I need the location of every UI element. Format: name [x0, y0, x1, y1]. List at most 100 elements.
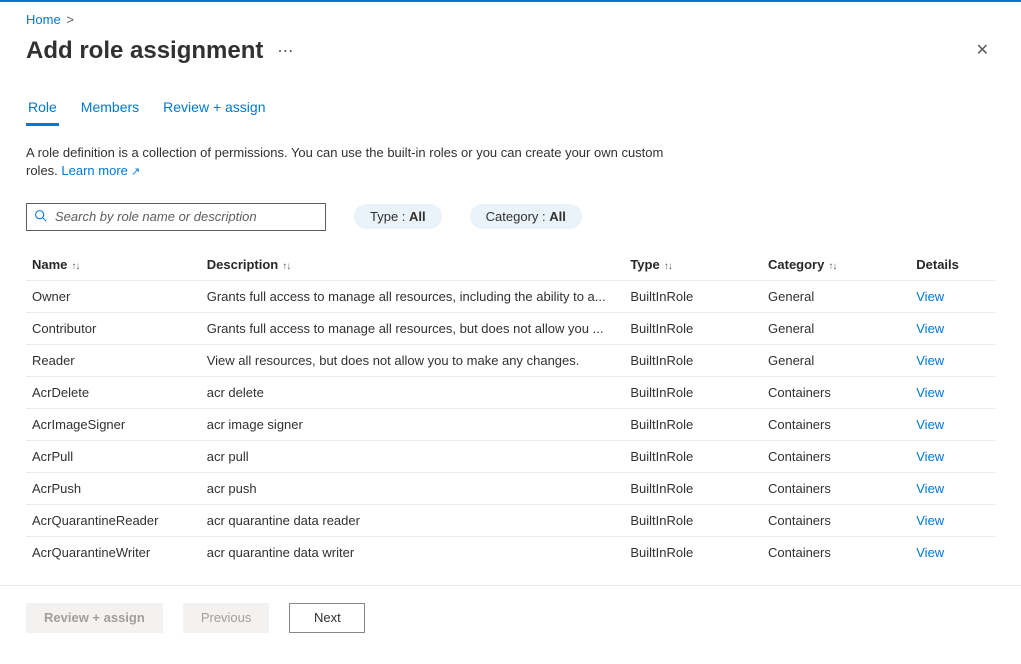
- cell-name: AcrDelete: [26, 376, 201, 408]
- table-row[interactable]: AcrPushacr pushBuiltInRoleContainers View: [26, 472, 995, 504]
- cell-name: AcrQuarantineWriter: [26, 536, 201, 566]
- view-link[interactable]: View: [916, 513, 944, 528]
- type-filter-pill[interactable]: Type : All: [354, 204, 442, 229]
- cell-details: View: [910, 472, 995, 504]
- category-filter-value: All: [549, 209, 566, 224]
- view-link[interactable]: View: [916, 289, 944, 304]
- view-link[interactable]: View: [916, 321, 944, 336]
- view-link[interactable]: View: [916, 545, 944, 560]
- cell-category: Containers: [762, 440, 910, 472]
- cell-description: acr image signer: [201, 408, 625, 440]
- sort-icon: ↑↓: [664, 261, 672, 272]
- cell-details: View: [910, 408, 995, 440]
- cell-description: Grants full access to manage all resourc…: [201, 312, 625, 344]
- breadcrumb: Home >: [26, 2, 995, 31]
- sort-icon: ↑↓: [828, 261, 836, 272]
- col-header-name[interactable]: Name↑↓: [26, 249, 201, 281]
- search-input[interactable]: [26, 203, 326, 231]
- tab-role[interactable]: Role: [26, 93, 59, 126]
- cell-category: Containers: [762, 536, 910, 566]
- table-row[interactable]: AcrPullacr pullBuiltInRoleContainers View: [26, 440, 995, 472]
- table-row[interactable]: AcrDeleteacr deleteBuiltInRoleContainers…: [26, 376, 995, 408]
- cell-name: AcrPush: [26, 472, 201, 504]
- cell-category: Containers: [762, 408, 910, 440]
- tab-bar: Role Members Review + assign: [26, 85, 995, 126]
- horizontal-scrollbar[interactable]: [0, 649, 1021, 664]
- view-link[interactable]: View: [916, 417, 944, 432]
- table-row[interactable]: AcrImageSigneracr image signerBuiltInRol…: [26, 408, 995, 440]
- cell-details: View: [910, 312, 995, 344]
- description-text: A role definition is a collection of per…: [26, 144, 666, 181]
- sort-icon: ↑↓: [282, 261, 290, 272]
- type-filter-label: Type :: [370, 209, 409, 224]
- title-row: Add role assignment ⋯ ✕: [26, 31, 995, 85]
- search-icon: [34, 209, 47, 225]
- next-button[interactable]: Next: [289, 603, 365, 633]
- main-scroll-area[interactable]: Home > Add role assignment ⋯ ✕ Role Memb…: [0, 2, 1021, 566]
- table-row[interactable]: AcrQuarantineWriteracr quarantine data w…: [26, 536, 995, 566]
- cell-category: General: [762, 344, 910, 376]
- more-options-icon[interactable]: ⋯: [277, 41, 295, 61]
- cell-type: BuiltInRole: [624, 408, 762, 440]
- cell-details: View: [910, 536, 995, 566]
- cell-category: General: [762, 312, 910, 344]
- search-wrap: [26, 203, 326, 231]
- table-header-row: Name↑↓ Description↑↓ Type↑↓ Category↑↓ D…: [26, 249, 995, 281]
- cell-type: BuiltInRole: [624, 280, 762, 312]
- external-link-icon: ↗: [128, 166, 140, 178]
- cell-type: BuiltInRole: [624, 312, 762, 344]
- cell-type: BuiltInRole: [624, 440, 762, 472]
- category-filter-pill[interactable]: Category : All: [470, 204, 582, 229]
- cell-type: BuiltInRole: [624, 536, 762, 566]
- cell-name: AcrQuarantineReader: [26, 504, 201, 536]
- cell-details: View: [910, 344, 995, 376]
- col-header-category[interactable]: Category↑↓: [762, 249, 910, 281]
- cell-name: AcrPull: [26, 440, 201, 472]
- previous-button[interactable]: Previous: [183, 603, 270, 633]
- cell-type: BuiltInRole: [624, 344, 762, 376]
- roles-table: Name↑↓ Description↑↓ Type↑↓ Category↑↓ D…: [26, 249, 995, 566]
- table-row[interactable]: ContributorGrants full access to manage …: [26, 312, 995, 344]
- col-header-type[interactable]: Type↑↓: [624, 249, 762, 281]
- cell-description: Grants full access to manage all resourc…: [201, 280, 625, 312]
- category-filter-label: Category :: [486, 209, 550, 224]
- table-row[interactable]: OwnerGrants full access to manage all re…: [26, 280, 995, 312]
- footer-bar: Review + assign Previous Next: [0, 585, 1021, 649]
- cell-details: View: [910, 440, 995, 472]
- cell-description: acr pull: [201, 440, 625, 472]
- cell-type: BuiltInRole: [624, 504, 762, 536]
- cell-description: acr push: [201, 472, 625, 504]
- cell-category: Containers: [762, 504, 910, 536]
- col-header-description[interactable]: Description↑↓: [201, 249, 625, 281]
- review-assign-button[interactable]: Review + assign: [26, 603, 163, 633]
- col-header-details: Details: [910, 249, 995, 281]
- view-link[interactable]: View: [916, 449, 944, 464]
- cell-category: General: [762, 280, 910, 312]
- filter-row: Type : All Category : All: [26, 203, 995, 231]
- learn-more-link[interactable]: Learn more ↗: [61, 163, 140, 178]
- cell-type: BuiltInRole: [624, 472, 762, 504]
- view-link[interactable]: View: [916, 481, 944, 496]
- close-icon[interactable]: ✕: [970, 37, 995, 65]
- cell-description: acr delete: [201, 376, 625, 408]
- table-row[interactable]: AcrQuarantineReaderacr quarantine data r…: [26, 504, 995, 536]
- view-link[interactable]: View: [916, 385, 944, 400]
- cell-name: AcrImageSigner: [26, 408, 201, 440]
- cell-type: BuiltInRole: [624, 376, 762, 408]
- cell-details: View: [910, 504, 995, 536]
- view-link[interactable]: View: [916, 353, 944, 368]
- cell-name: Reader: [26, 344, 201, 376]
- tab-review-assign[interactable]: Review + assign: [161, 93, 267, 126]
- cell-name: Contributor: [26, 312, 201, 344]
- type-filter-value: All: [409, 209, 426, 224]
- cell-details: View: [910, 376, 995, 408]
- table-row[interactable]: ReaderView all resources, but does not a…: [26, 344, 995, 376]
- cell-category: Containers: [762, 472, 910, 504]
- tab-members[interactable]: Members: [79, 93, 141, 126]
- cell-details: View: [910, 280, 995, 312]
- cell-category: Containers: [762, 376, 910, 408]
- cell-description: acr quarantine data writer: [201, 536, 625, 566]
- breadcrumb-home-link[interactable]: Home: [26, 12, 61, 27]
- cell-description: acr quarantine data reader: [201, 504, 625, 536]
- cell-description: View all resources, but does not allow y…: [201, 344, 625, 376]
